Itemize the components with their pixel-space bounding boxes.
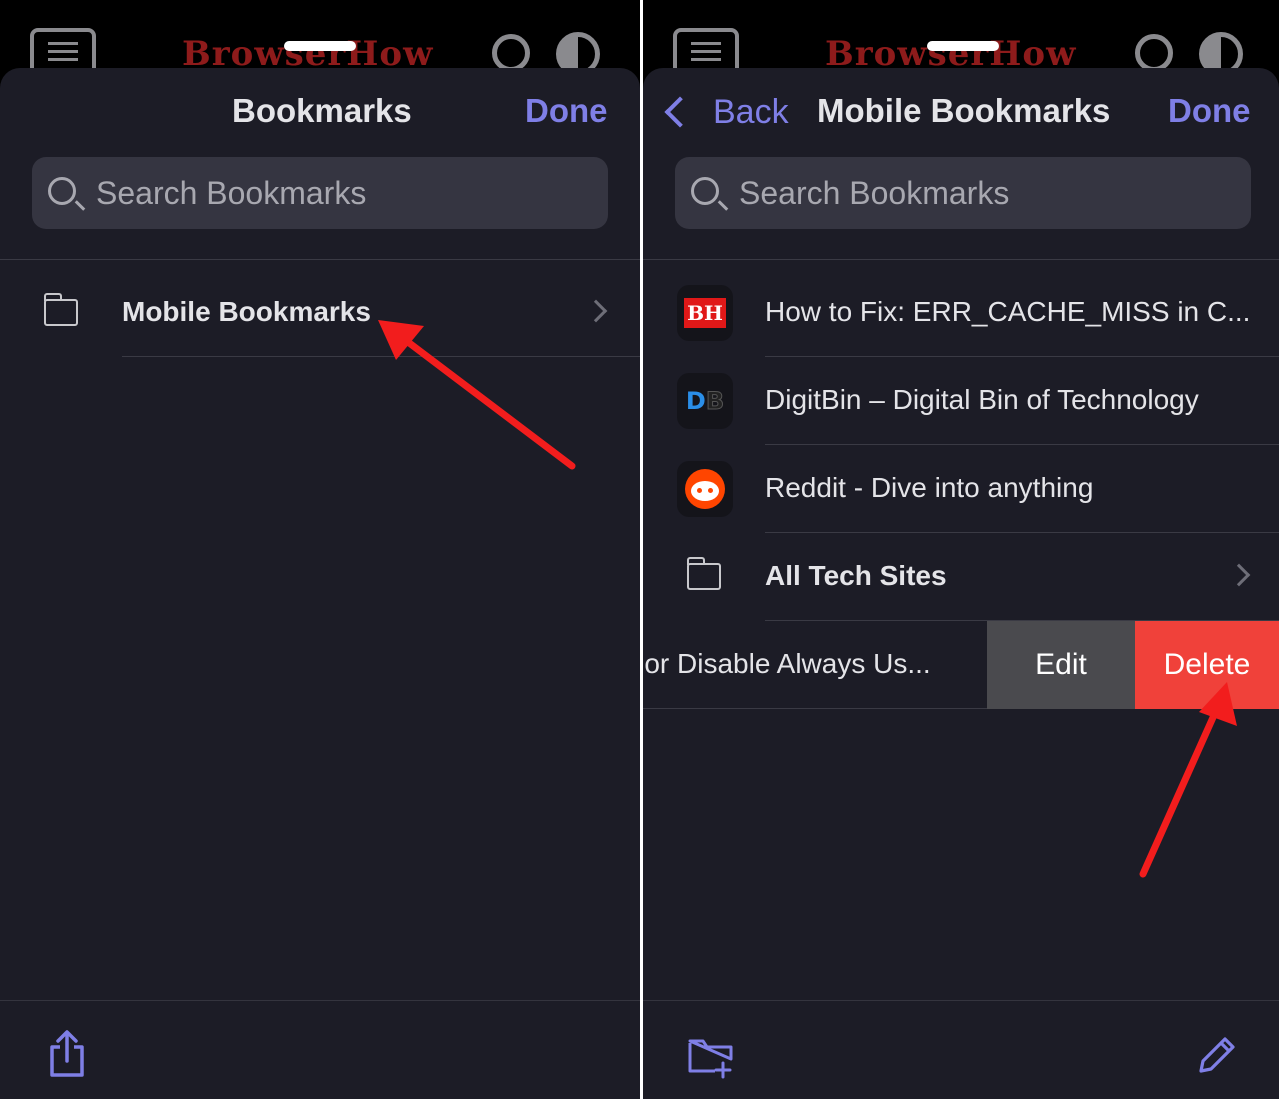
sheet-header: Back Mobile Bookmarks Done	[643, 68, 1279, 156]
row-divider	[122, 356, 640, 357]
edit-button[interactable]: Edit	[987, 621, 1135, 709]
search-icon	[48, 177, 76, 205]
search-icon	[691, 177, 719, 205]
sheet-grabber[interactable]	[284, 41, 356, 51]
chevron-right-icon	[1227, 563, 1251, 587]
list-item-bookmark[interactable]: DB DigitBin – Digital Bin of Technology	[643, 357, 1279, 445]
list-item-bookmark[interactable]: BH How to Fix: ERR_CACHE_MISS in C...	[643, 269, 1279, 357]
favicon-text: BH	[684, 298, 726, 328]
bottom-toolbar	[0, 1000, 640, 1099]
list-item-swiped[interactable]: e or Disable Always Us... Edit Delete	[643, 621, 1279, 709]
list-item-label: e or Disable Always Us...	[643, 648, 931, 679]
search-bar[interactable]	[675, 157, 1251, 229]
list-item-bookmark[interactable]: Reddit - Dive into anything	[643, 445, 1279, 533]
back-button[interactable]: Back	[661, 90, 789, 134]
bookmarks-sheet: Back Mobile Bookmarks Done BH How to Fix…	[643, 68, 1279, 1099]
search-icon[interactable]	[1135, 34, 1173, 72]
favicon-text: B	[705, 387, 725, 416]
list-item-folder[interactable]: All Tech Sites	[643, 533, 1279, 621]
right-screen: BrowserHow Back Mobile Bookmarks Done BH…	[643, 0, 1279, 1099]
list-item-label: All Tech Sites	[765, 560, 947, 591]
row-divider	[643, 708, 987, 709]
list-item-label: How to Fix: ERR_CACHE_MISS in C...	[765, 296, 1251, 327]
sheet-grabber[interactable]	[927, 41, 999, 51]
list-item-label: Mobile Bookmarks	[122, 296, 371, 327]
chevron-left-icon	[664, 96, 696, 128]
search-input[interactable]	[96, 157, 596, 229]
folder-icon	[686, 557, 721, 590]
done-button[interactable]: Done	[525, 92, 608, 130]
page-title: Bookmarks	[232, 92, 412, 129]
chevron-right-icon	[584, 299, 608, 323]
done-button[interactable]: Done	[1168, 92, 1251, 130]
reddit-favicon	[677, 461, 733, 517]
list-item-label: DigitBin – Digital Bin of Technology	[765, 384, 1199, 415]
pencil-icon[interactable]	[1195, 1033, 1239, 1077]
search-bar[interactable]	[32, 157, 608, 229]
search-input[interactable]	[739, 157, 1239, 229]
list-item-label: Reddit - Dive into anything	[765, 472, 1094, 503]
list-item-mobile-bookmarks[interactable]: Mobile Bookmarks	[0, 269, 640, 357]
left-screen: BrowserHow Bookmarks Done Mobile Bookmar…	[0, 0, 640, 1099]
folder-icon	[43, 293, 78, 326]
favicon-text: D	[685, 387, 706, 415]
divider	[643, 259, 1279, 260]
bottom-toolbar	[643, 1000, 1279, 1099]
new-folder-icon[interactable]	[687, 1035, 735, 1079]
divider	[0, 259, 640, 260]
sheet-header: Bookmarks Done	[0, 68, 640, 156]
share-icon[interactable]	[48, 1029, 88, 1079]
page-title: Mobile Bookmarks	[817, 92, 1111, 129]
browserhow-favicon: BH	[677, 285, 733, 341]
digitbin-favicon: DB	[677, 373, 733, 429]
delete-button[interactable]: Delete	[1135, 621, 1279, 709]
search-icon[interactable]	[492, 34, 530, 72]
back-label: Back	[713, 92, 789, 131]
bookmarks-sheet: Bookmarks Done Mobile Bookmarks	[0, 68, 640, 1099]
